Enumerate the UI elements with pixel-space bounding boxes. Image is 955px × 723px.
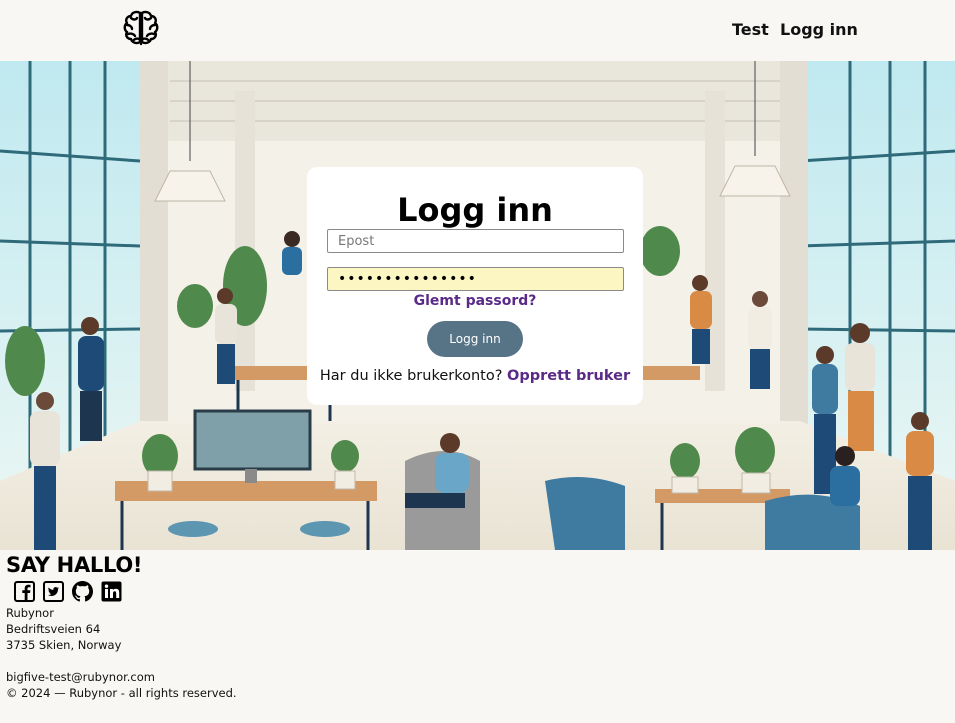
login-button[interactable]: Logg inn bbox=[427, 321, 523, 357]
github-icon[interactable] bbox=[72, 581, 93, 602]
city-address: 3735 Skien, Norway bbox=[6, 638, 122, 652]
nav-test-link[interactable]: Test bbox=[732, 20, 769, 39]
twitter-icon[interactable] bbox=[43, 581, 64, 602]
login-title: Logg inn bbox=[397, 191, 553, 229]
password-field[interactable] bbox=[327, 267, 624, 291]
footer-heading: SAY HALLO! bbox=[6, 553, 143, 577]
street-address: Bedriftsveien 64 bbox=[6, 622, 101, 636]
linkedin-icon[interactable] bbox=[101, 581, 122, 602]
nav-login-link[interactable]: Logg inn bbox=[780, 20, 858, 39]
top-navbar: Test Logg inn bbox=[0, 0, 955, 61]
forgot-password-link[interactable]: Glemt passord? bbox=[307, 293, 643, 309]
footer-address: Rubynor Bedriftsveien 64 3735 Skien, Nor… bbox=[6, 605, 237, 701]
company-name: Rubynor bbox=[6, 606, 54, 620]
footer: SAY HALLO! Rubynor Bedriftsveien 64 3735… bbox=[6, 553, 946, 700]
social-links bbox=[14, 581, 122, 602]
signup-row: Har du ikke brukerkonto? Opprett bruker bbox=[307, 368, 643, 384]
signup-prompt: Har du ikke brukerkonto? bbox=[319, 368, 503, 384]
facebook-icon[interactable] bbox=[14, 581, 35, 602]
copyright: © 2024 — Rubynor - all rights reserved. bbox=[6, 686, 237, 700]
email-field[interactable] bbox=[327, 229, 624, 253]
contact-email[interactable]: bigfive-test@rubynor.com bbox=[6, 669, 237, 685]
login-card: Logg inn Glemt passord? Logg inn Har du … bbox=[307, 167, 643, 405]
signup-link[interactable]: Opprett bruker bbox=[507, 368, 630, 384]
brain-icon[interactable] bbox=[120, 8, 162, 50]
